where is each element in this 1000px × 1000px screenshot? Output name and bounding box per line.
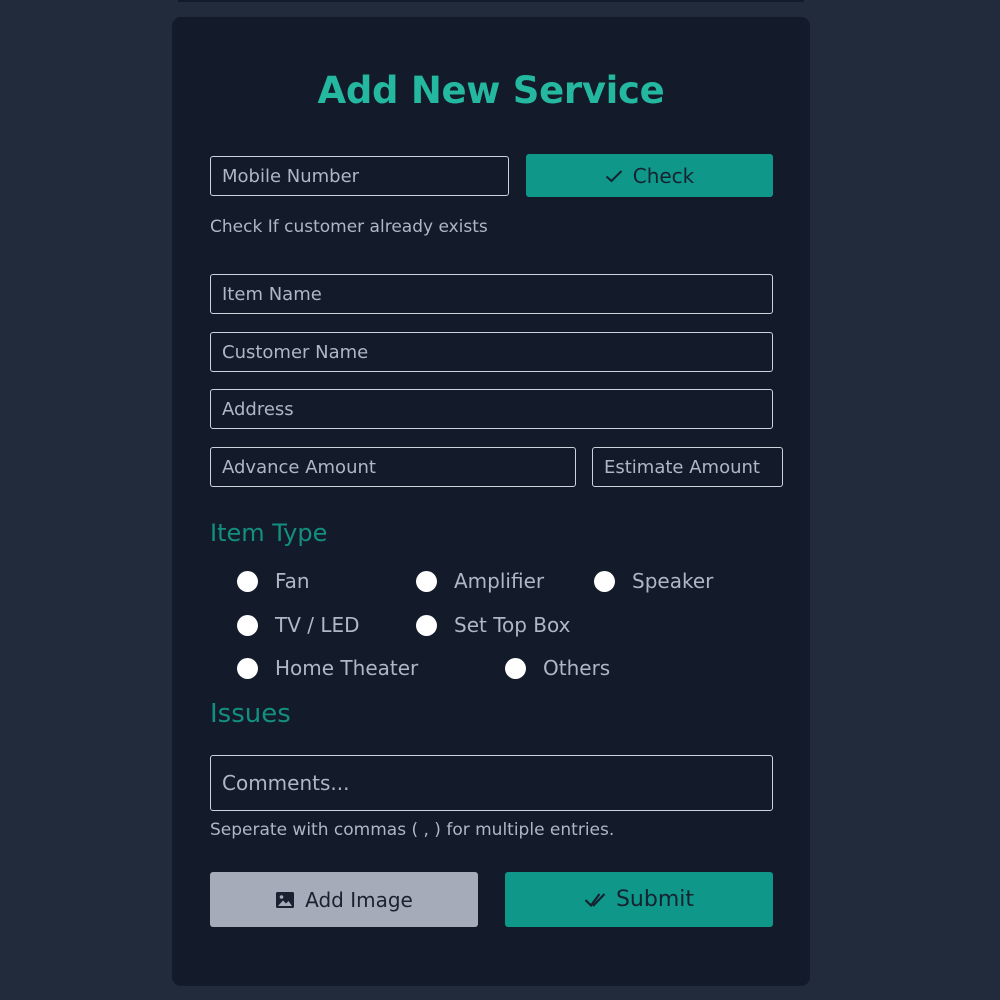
submit-button-label: Submit <box>615 887 695 912</box>
image-icon <box>275 891 295 909</box>
comments-placeholder: Comments... <box>222 771 350 795</box>
radio-tv-led[interactable]: TV / LED <box>237 613 360 637</box>
add-image-button-label: Add Image <box>305 887 413 912</box>
estimate-amount-placeholder: Estimate Amount <box>604 456 760 478</box>
estimate-amount-input[interactable]: Estimate Amount <box>592 447 783 487</box>
radio-circle[interactable] <box>237 570 258 592</box>
page-top-edge <box>178 0 804 2</box>
radio-circle[interactable] <box>416 570 437 592</box>
item-type-heading: Item Type <box>210 519 328 547</box>
add-image-button[interactable]: Add Image <box>210 872 478 927</box>
check-button-label: Check <box>632 163 695 188</box>
radio-circle[interactable] <box>416 614 437 636</box>
issues-heading: Issues <box>210 699 291 729</box>
radio-label-tv-led: TV / LED <box>275 613 360 637</box>
radio-home-theater[interactable]: Home Theater <box>237 656 418 680</box>
radio-set-top-box[interactable]: Set Top Box <box>416 613 570 637</box>
customer-name-input[interactable]: Customer Name <box>210 332 773 372</box>
radio-circle[interactable] <box>594 570 615 592</box>
radio-circle[interactable] <box>237 657 258 679</box>
page-title: Add New Service <box>317 69 665 112</box>
address-input[interactable]: Address <box>210 389 773 429</box>
check-button[interactable]: Check <box>526 154 773 197</box>
check-hint-text: Check If customer already exists <box>210 217 488 237</box>
radio-circle[interactable] <box>505 657 526 679</box>
submit-button[interactable]: Submit <box>505 872 773 927</box>
add-service-card: Add New Service Mobile Number Check Chec… <box>172 17 810 986</box>
double-check-icon <box>584 890 606 910</box>
mobile-number-input[interactable]: Mobile Number <box>210 156 509 196</box>
radio-label-speaker: Speaker <box>632 569 714 593</box>
radio-others[interactable]: Others <box>505 656 610 680</box>
mobile-number-placeholder: Mobile Number <box>222 165 360 187</box>
advance-amount-placeholder: Advance Amount <box>222 456 376 478</box>
address-placeholder: Address <box>222 398 294 420</box>
radio-circle[interactable] <box>237 614 258 636</box>
customer-name-placeholder: Customer Name <box>222 341 369 363</box>
item-name-input[interactable]: Item Name <box>210 274 773 314</box>
radio-fan[interactable]: Fan <box>237 569 310 593</box>
issues-hint-text: Seperate with commas ( , ) for multiple … <box>210 820 615 840</box>
radio-amplifier[interactable]: Amplifier <box>416 569 544 593</box>
advance-amount-input[interactable]: Advance Amount <box>210 447 576 487</box>
radio-label-set-top-box: Set Top Box <box>454 613 571 637</box>
radio-label-amplifier: Amplifier <box>454 569 545 593</box>
radio-speaker[interactable]: Speaker <box>594 569 713 593</box>
check-icon <box>605 169 623 183</box>
radio-label-home-theater: Home Theater <box>275 656 419 680</box>
radio-label-fan: Fan <box>275 569 310 593</box>
comments-textarea[interactable]: Comments... <box>210 755 773 811</box>
item-name-placeholder: Item Name <box>222 283 322 305</box>
radio-label-others: Others <box>543 656 611 680</box>
